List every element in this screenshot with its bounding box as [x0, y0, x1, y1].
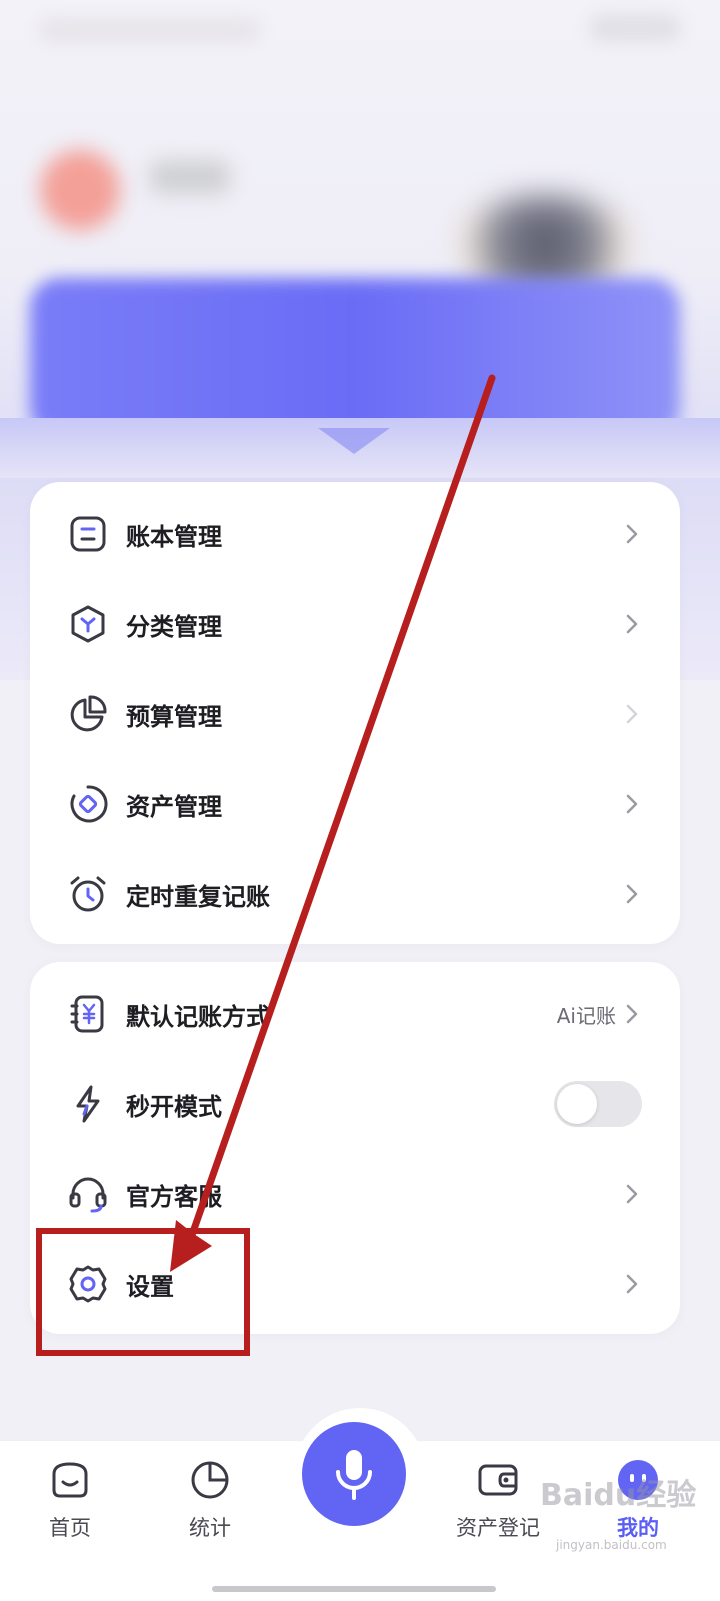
- blurred-status-icons: [590, 14, 680, 42]
- chevron-right-icon: [622, 1000, 642, 1028]
- menu-item-label: 资产管理: [126, 792, 222, 821]
- chevron-right-icon: [622, 1180, 642, 1208]
- budget-pie-icon: [68, 694, 108, 734]
- menu-item-label: 默认记账方式: [126, 1002, 270, 1031]
- home-indicator: [212, 1586, 496, 1592]
- menu-item-category[interactable]: 分类管理: [30, 579, 680, 669]
- menu-item-recurring[interactable]: 定时重复记账: [30, 849, 680, 939]
- microphone-icon: [336, 1450, 372, 1500]
- blurred-status-bar: [40, 18, 260, 42]
- yuan-note-icon: [68, 994, 108, 1034]
- toggle-knob: [557, 1084, 597, 1124]
- blurred-username: [150, 160, 230, 194]
- menu-item-default-method[interactable]: 默认记账方式 Ai记账: [30, 969, 680, 1059]
- default-method-value: Ai记账: [556, 1003, 616, 1028]
- ledger-icon: [68, 514, 108, 554]
- watermark-url: jingyan.baidu.com: [556, 1538, 667, 1552]
- alarm-clock-icon: [68, 874, 108, 914]
- nav-assets-label: 资产登记: [456, 1516, 540, 1540]
- chevron-right-icon: [622, 1270, 642, 1298]
- menu-item-support[interactable]: 官方客服: [30, 1149, 680, 1239]
- quick-open-toggle[interactable]: [554, 1081, 642, 1127]
- wallet-icon: [476, 1458, 520, 1502]
- asset-icon: [68, 784, 108, 824]
- menu-item-label: 账本管理: [126, 522, 222, 551]
- nav-stats[interactable]: 统计: [150, 1458, 270, 1542]
- chevron-right-icon: [622, 790, 642, 818]
- management-menu-card: 账本管理 分类管理 预算管理 资产管理 定时重复记账: [30, 482, 680, 944]
- menu-item-label: 预算管理: [126, 702, 222, 731]
- menu-item-label: 分类管理: [126, 612, 222, 641]
- menu-item-label: 秒开模式: [126, 1092, 222, 1121]
- chevron-right-icon: [622, 700, 642, 728]
- menu-item-budget[interactable]: 预算管理: [30, 669, 680, 759]
- watermark-logo: Baidu经验: [540, 1478, 697, 1513]
- menu-item-label: 官方客服: [126, 1182, 222, 1211]
- home-face-icon: [48, 1458, 92, 1502]
- menu-item-ledger[interactable]: 账本管理: [30, 489, 680, 579]
- menu-item-assets[interactable]: 资产管理: [30, 759, 680, 849]
- nav-home[interactable]: 首页: [10, 1458, 130, 1542]
- banner-pointer: [318, 428, 390, 454]
- menu-item-label: 定时重复记账: [126, 882, 270, 911]
- voice-record-button[interactable]: [302, 1422, 406, 1526]
- category-icon: [68, 604, 108, 644]
- nav-stats-label: 统计: [189, 1516, 231, 1540]
- blurred-promo-banner[interactable]: [30, 278, 680, 438]
- blurred-avatar: [40, 150, 120, 230]
- headset-icon: [68, 1174, 108, 1214]
- pie-chart-icon: [188, 1458, 232, 1502]
- chevron-right-icon: [622, 610, 642, 638]
- lightning-icon: [68, 1084, 108, 1124]
- nav-home-label: 首页: [49, 1516, 91, 1540]
- chevron-right-icon: [622, 880, 642, 908]
- annotation-highlight-box: [36, 1228, 250, 1356]
- chevron-right-icon: [622, 520, 642, 548]
- menu-item-quick-open: 秒开模式: [30, 1059, 680, 1149]
